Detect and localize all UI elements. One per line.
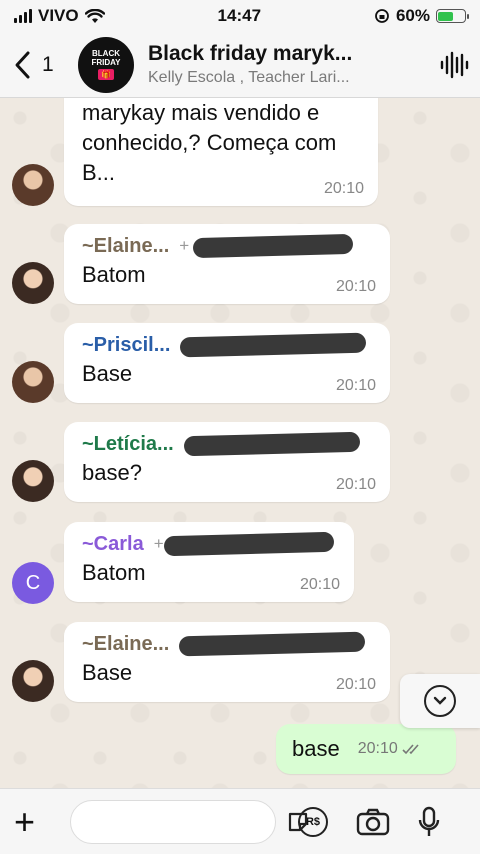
unread-count: 1 bbox=[42, 52, 54, 76]
clock: 14:47 bbox=[217, 6, 262, 25]
group-avatar[interactable]: BLACK FRIDAY 🎁 bbox=[78, 36, 134, 93]
redaction bbox=[180, 332, 367, 358]
sender-name[interactable]: ~Priscil... bbox=[82, 334, 170, 357]
message-bubble[interactable]: ~Elaine... Base 20:10 bbox=[64, 622, 390, 702]
audio-wave-icon bbox=[440, 51, 469, 78]
redaction bbox=[183, 431, 360, 457]
voice-chat-button[interactable] bbox=[436, 50, 480, 80]
plus-icon[interactable]: + bbox=[14, 803, 54, 840]
sticker-icon[interactable] bbox=[286, 810, 310, 834]
group-members: Kelly Escola , Teacher Lari... bbox=[148, 69, 350, 86]
sender-phone: + bbox=[179, 236, 190, 255]
group-title: Black friday maryk... bbox=[148, 42, 353, 65]
sender-name[interactable]: ~Letícia... bbox=[82, 433, 174, 456]
chevron-left-icon bbox=[15, 51, 30, 78]
message-time: 20:10 bbox=[335, 278, 376, 295]
avatar[interactable] bbox=[12, 460, 54, 502]
redaction bbox=[179, 631, 366, 657]
status-bar: VIVO 14:47 60% bbox=[0, 0, 480, 32]
back-button[interactable]: 1 bbox=[0, 50, 78, 80]
message-text: base? bbox=[82, 460, 142, 485]
message-time: 20:10 bbox=[299, 576, 340, 593]
sender-name[interactable]: ~Elaine... bbox=[82, 633, 169, 656]
chevron-down-icon bbox=[424, 685, 456, 717]
message-time: 20:10 bbox=[358, 740, 424, 758]
avatar[interactable] bbox=[12, 262, 54, 304]
message-bubble[interactable]: ~Elaine... + Batom 20:10 bbox=[64, 224, 390, 304]
message-time: 20:10 bbox=[335, 476, 376, 493]
battery-icon bbox=[435, 9, 469, 23]
sender-phone: + bbox=[153, 534, 164, 553]
message-time: 20:10 bbox=[323, 180, 364, 197]
message-text: Base bbox=[82, 660, 133, 685]
gift-icon: 🎁 bbox=[98, 69, 114, 80]
message-bubble[interactable]: marykay mais vendido e conhecido,? Começ… bbox=[64, 98, 378, 206]
avatar[interactable] bbox=[12, 660, 54, 702]
avatar[interactable] bbox=[12, 361, 54, 403]
avatar[interactable]: C bbox=[12, 562, 54, 604]
avatar-text-black: BLACK bbox=[92, 49, 120, 58]
message-time: 20:10 bbox=[335, 676, 376, 693]
wifi-icon bbox=[84, 8, 105, 23]
message-input[interactable] bbox=[70, 799, 276, 844]
chat-header: 1 BLACK FRIDAY 🎁 Black friday maryk... K… bbox=[0, 32, 480, 98]
message-text: marykay mais vendido e conhecido,? Começ… bbox=[82, 100, 337, 185]
message-text: base bbox=[292, 736, 340, 761]
message-text: Base bbox=[82, 361, 133, 386]
chat-area[interactable]: marykay mais vendido e conhecido,? Começ… bbox=[0, 98, 480, 788]
message-bubble[interactable]: ~Priscil... Base 20:10 bbox=[64, 323, 390, 403]
avatar[interactable] bbox=[12, 164, 54, 206]
camera-icon[interactable] bbox=[356, 808, 390, 836]
message-bubble[interactable]: ~Letícia... base? 20:10 bbox=[64, 422, 390, 502]
avatar-text-friday: FRIDAY bbox=[91, 58, 121, 67]
redaction bbox=[192, 233, 354, 259]
orientation-lock-icon bbox=[375, 9, 389, 23]
message-time: 20:10 bbox=[335, 377, 376, 394]
sender-name[interactable]: ~Elaine... bbox=[82, 235, 169, 258]
outgoing-message-bubble[interactable]: base 20:10 bbox=[276, 724, 456, 774]
signal-icon bbox=[14, 9, 32, 23]
microphone-icon[interactable] bbox=[418, 806, 440, 838]
redaction bbox=[163, 531, 334, 557]
scroll-to-bottom-button[interactable] bbox=[400, 674, 480, 728]
sender-name[interactable]: ~Carla bbox=[82, 533, 144, 556]
composer-bar: + R$ bbox=[0, 788, 480, 854]
message-bubble[interactable]: ~Carla + Batom 20:10 bbox=[64, 522, 354, 602]
message-time-text: 20:10 bbox=[357, 740, 398, 757]
read-checkmarks-icon bbox=[402, 744, 419, 755]
group-info[interactable]: Black friday maryk... Kelly Escola , Tea… bbox=[148, 42, 436, 87]
carrier-label: VIVO bbox=[38, 6, 79, 25]
message-text: Batom bbox=[82, 262, 146, 287]
battery-percent: 60% bbox=[395, 6, 430, 25]
